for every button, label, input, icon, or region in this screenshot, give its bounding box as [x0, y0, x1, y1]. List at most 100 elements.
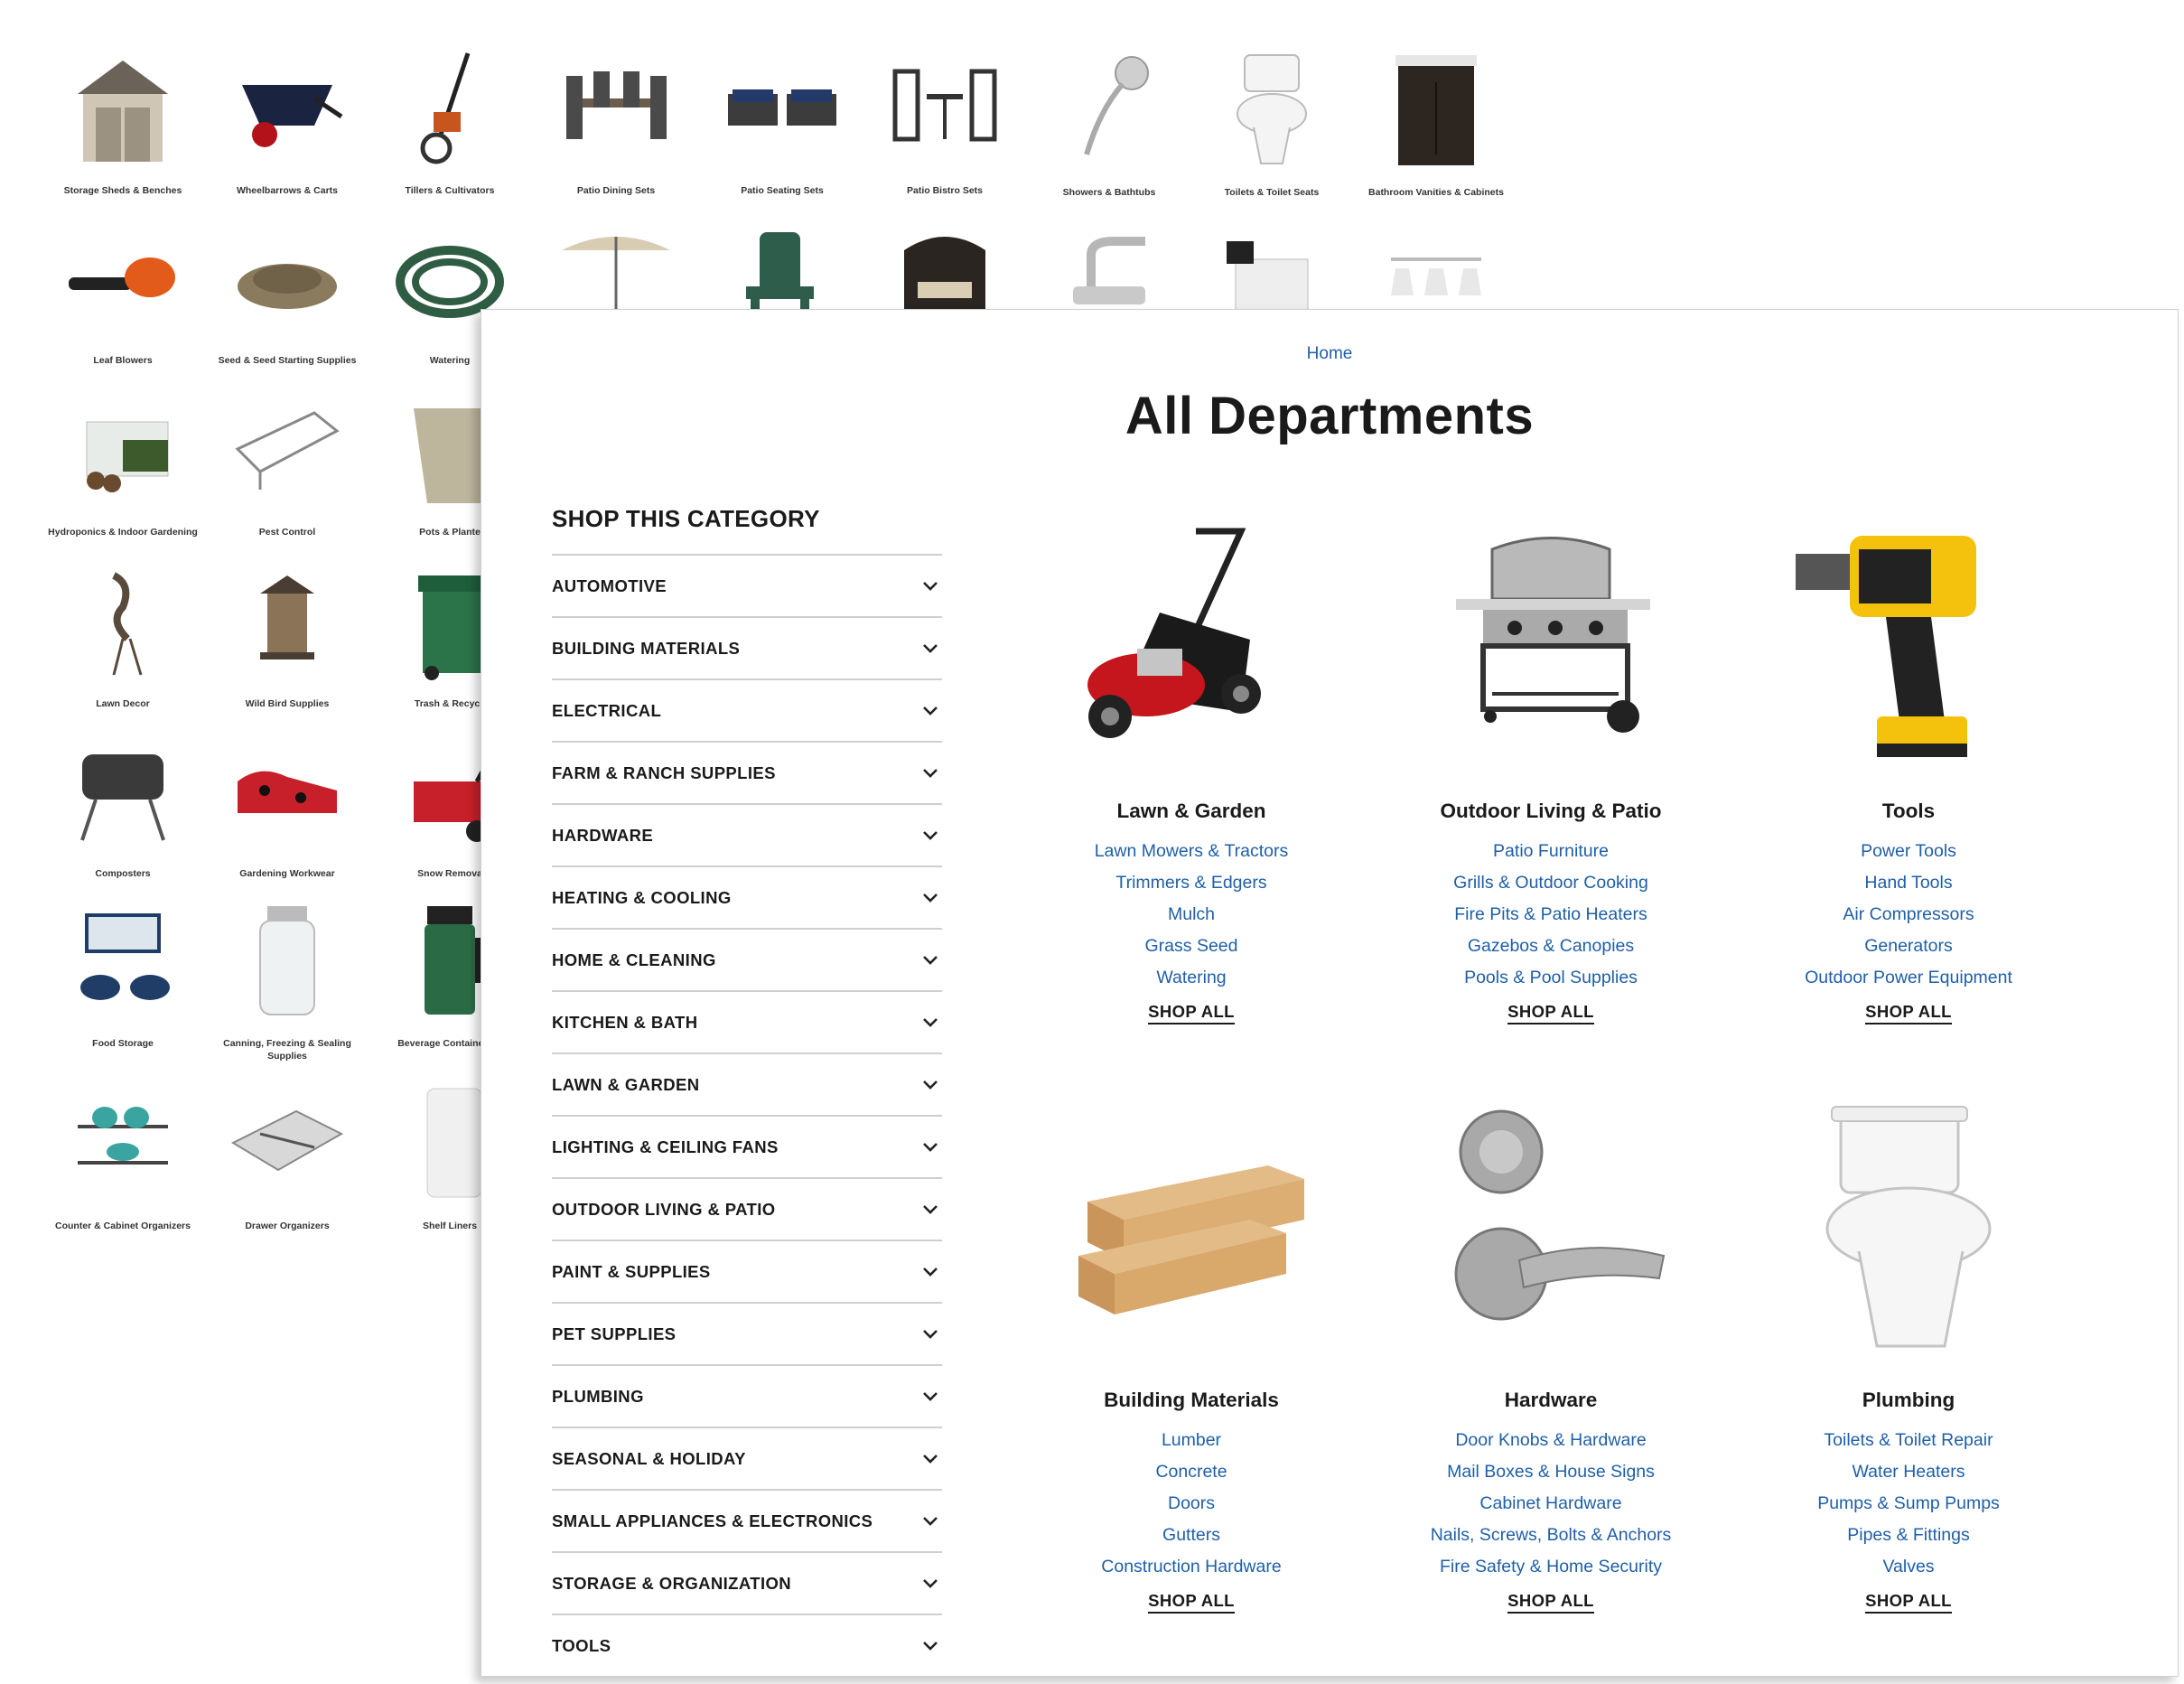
- category-tile[interactable]: Canning, Freezing & Sealing Supplies: [206, 893, 369, 1062]
- department-link[interactable]: Hand Tools: [1746, 867, 2071, 899]
- department-card-outdoor-living: Outdoor Living & Patio Patio Furniture G…: [1388, 509, 1713, 1024]
- department-link[interactable]: Concrete: [1029, 1456, 1354, 1488]
- chevron-down-icon: [919, 886, 942, 910]
- sidebar-item-kitchen-bath[interactable]: KITCHEN & BATH: [552, 990, 942, 1052]
- department-link[interactable]: Power Tools: [1746, 836, 2071, 867]
- sidebar-item-lawn-garden[interactable]: LAWN & GARDEN: [552, 1052, 942, 1115]
- department-link[interactable]: Nails, Screws, Bolts & Anchors: [1388, 1520, 1713, 1551]
- shop-all-link[interactable]: SHOP ALL: [1865, 1001, 1952, 1024]
- department-link[interactable]: Gazebos & Canopies: [1388, 931, 1713, 962]
- department-link[interactable]: Water Heaters: [1746, 1456, 2071, 1488]
- sidebar-item-label: OUTDOOR LIVING & PATIO: [552, 1199, 776, 1219]
- department-link[interactable]: Lumber: [1029, 1425, 1354, 1456]
- grill-icon: [1415, 509, 1686, 780]
- department-link[interactable]: Mulch: [1029, 899, 1354, 931]
- chevron-down-icon: [919, 1198, 942, 1221]
- sidebar-item-pet-supplies[interactable]: PET SUPPLIES: [552, 1302, 942, 1364]
- shop-all-link[interactable]: SHOP ALL: [1148, 1001, 1235, 1024]
- department-link[interactable]: Valves: [1746, 1551, 2071, 1583]
- department-link[interactable]: Fire Pits & Patio Heaters: [1388, 899, 1713, 931]
- door-lock-icon: [1415, 1098, 1686, 1369]
- department-link[interactable]: Grills & Outdoor Cooking: [1388, 867, 1713, 899]
- breadcrumb-home-link[interactable]: Home: [1307, 344, 1353, 363]
- sidebar-item-storage[interactable]: STORAGE & ORGANIZATION: [552, 1551, 942, 1614]
- sidebar-item-electrical[interactable]: ELECTRICAL: [552, 678, 942, 741]
- category-tile[interactable]: Tillers & Cultivators: [369, 40, 531, 197]
- sidebar-item-paint[interactable]: PAINT & SUPPLIES: [552, 1240, 942, 1302]
- category-tile[interactable]: Food Storage: [42, 893, 204, 1050]
- category-tile[interactable]: Gardening Workwear: [206, 723, 369, 880]
- department-link[interactable]: Construction Hardware: [1029, 1551, 1354, 1583]
- category-tile[interactable]: Patio Seating Sets: [701, 40, 863, 197]
- sidebar-item-farm-ranch[interactable]: FARM & RANCH SUPPLIES: [552, 741, 942, 803]
- category-tile[interactable]: Hydroponics & Indoor Gardening: [42, 381, 204, 538]
- category-tile[interactable]: Drawer Organizers: [206, 1075, 369, 1232]
- sidebar-item-label: PAINT & SUPPLIES: [552, 1261, 711, 1281]
- tile-caption: Lawn Decor: [96, 698, 150, 709]
- tile-caption: Patio Dining Sets: [576, 185, 656, 196]
- category-tile[interactable]: Toilets & Toilet Seats: [1190, 42, 1353, 199]
- sidebar-item-automotive[interactable]: AUTOMOTIVE: [552, 554, 942, 616]
- category-tile[interactable]: Wild Bird Supplies: [206, 553, 369, 710]
- department-link[interactable]: Pools & Pool Supplies: [1388, 962, 1713, 994]
- shop-all-link[interactable]: SHOP ALL: [1507, 1001, 1594, 1024]
- shop-all-link[interactable]: SHOP ALL: [1148, 1590, 1235, 1614]
- chevron-down-icon: [919, 949, 942, 972]
- sidebar-item-small-appliances[interactable]: SMALL APPLIANCES & ELECTRONICS: [552, 1489, 942, 1551]
- department-link[interactable]: Cabinet Hardware: [1388, 1488, 1713, 1520]
- department-name: Hardware: [1504, 1389, 1598, 1411]
- sidebar-item-label: HOME & CLEANING: [552, 950, 716, 969]
- sidebar-item-building-materials[interactable]: BUILDING MATERIALS: [552, 616, 942, 678]
- category-tile[interactable]: Storage Sheds & Benches: [42, 40, 204, 197]
- department-link[interactable]: Outdoor Power Equipment: [1746, 962, 2071, 994]
- sidebar-item-lighting[interactable]: LIGHTING & CEILING FANS: [552, 1115, 942, 1177]
- department-link[interactable]: Pumps & Sump Pumps: [1746, 1488, 2071, 1520]
- department-link[interactable]: Air Compressors: [1746, 899, 2071, 931]
- sidebar-item-heating-cooling[interactable]: HEATING & COOLING: [552, 865, 942, 928]
- department-link[interactable]: Mail Boxes & House Signs: [1388, 1456, 1713, 1488]
- category-tile[interactable]: Patio Bistro Sets: [863, 40, 1026, 197]
- tile-caption: Bathroom Vanities & Cabinets: [1368, 187, 1504, 198]
- department-link[interactable]: Watering: [1029, 962, 1354, 994]
- tile-caption: Pest Control: [258, 527, 316, 538]
- chevron-down-icon: [919, 1136, 942, 1159]
- category-tile[interactable]: Wheelbarrows & Carts: [206, 40, 369, 197]
- shelf-organizer-icon: [55, 1075, 191, 1211]
- department-link[interactable]: Gutters: [1029, 1520, 1354, 1551]
- wheelbarrow-icon: [219, 40, 355, 175]
- department-link[interactable]: Lawn Mowers & Tractors: [1029, 836, 1354, 867]
- category-tile[interactable]: Leaf Blowers: [42, 210, 204, 367]
- sidebar-item-seasonal[interactable]: SEASONAL & HOLIDAY: [552, 1427, 942, 1489]
- department-card-plumbing: Plumbing Toilets & Toilet Repair Water H…: [1746, 1098, 2071, 1614]
- department-link[interactable]: Pipes & Fittings: [1746, 1520, 2071, 1551]
- sidebar-item-hardware[interactable]: HARDWARE: [552, 803, 942, 865]
- category-tile[interactable]: Composters: [42, 723, 204, 880]
- department-link[interactable]: Patio Furniture: [1388, 836, 1713, 867]
- department-link[interactable]: Door Knobs & Hardware: [1388, 1425, 1713, 1456]
- department-link[interactable]: Fire Safety & Home Security: [1388, 1551, 1713, 1583]
- category-tile[interactable]: Showers & Bathtubs: [1028, 42, 1190, 199]
- category-tile[interactable]: Counter & Cabinet Organizers: [42, 1075, 204, 1232]
- department-link[interactable]: Trimmers & Edgers: [1029, 867, 1354, 899]
- sidebar-item-tools[interactable]: TOOLS: [552, 1614, 942, 1676]
- shop-all-link[interactable]: SHOP ALL: [1507, 1590, 1594, 1614]
- sidebar-item-label: PLUMBING: [552, 1386, 644, 1406]
- sidebar-item-home-cleaning[interactable]: HOME & CLEANING: [552, 928, 942, 990]
- department-link[interactable]: Toilets & Toilet Repair: [1746, 1425, 2071, 1456]
- tile-caption: Leaf Blowers: [93, 355, 153, 366]
- category-tile[interactable]: Bathroom Vanities & Cabinets: [1355, 42, 1517, 199]
- category-tile[interactable]: Pest Control: [206, 381, 369, 538]
- category-tile[interactable]: Seed & Seed Starting Supplies: [206, 210, 369, 367]
- sidebar-item-outdoor-living[interactable]: OUTDOOR LIVING & PATIO: [552, 1177, 942, 1240]
- department-link[interactable]: Generators: [1746, 931, 2071, 962]
- category-tile[interactable]: Patio Dining Sets: [535, 40, 697, 197]
- shop-all-link[interactable]: SHOP ALL: [1865, 1590, 1952, 1614]
- department-link[interactable]: Doors: [1029, 1488, 1354, 1520]
- bistro-set-icon: [877, 40, 1013, 175]
- sidebar-item-plumbing[interactable]: PLUMBING: [552, 1364, 942, 1427]
- department-card-hardware: Hardware Door Knobs & Hardware Mail Boxe…: [1388, 1098, 1713, 1614]
- category-tile[interactable]: Lawn Decor: [42, 553, 204, 710]
- chevron-down-icon: [919, 637, 942, 660]
- chevron-down-icon: [919, 824, 942, 847]
- department-link[interactable]: Grass Seed: [1029, 931, 1354, 962]
